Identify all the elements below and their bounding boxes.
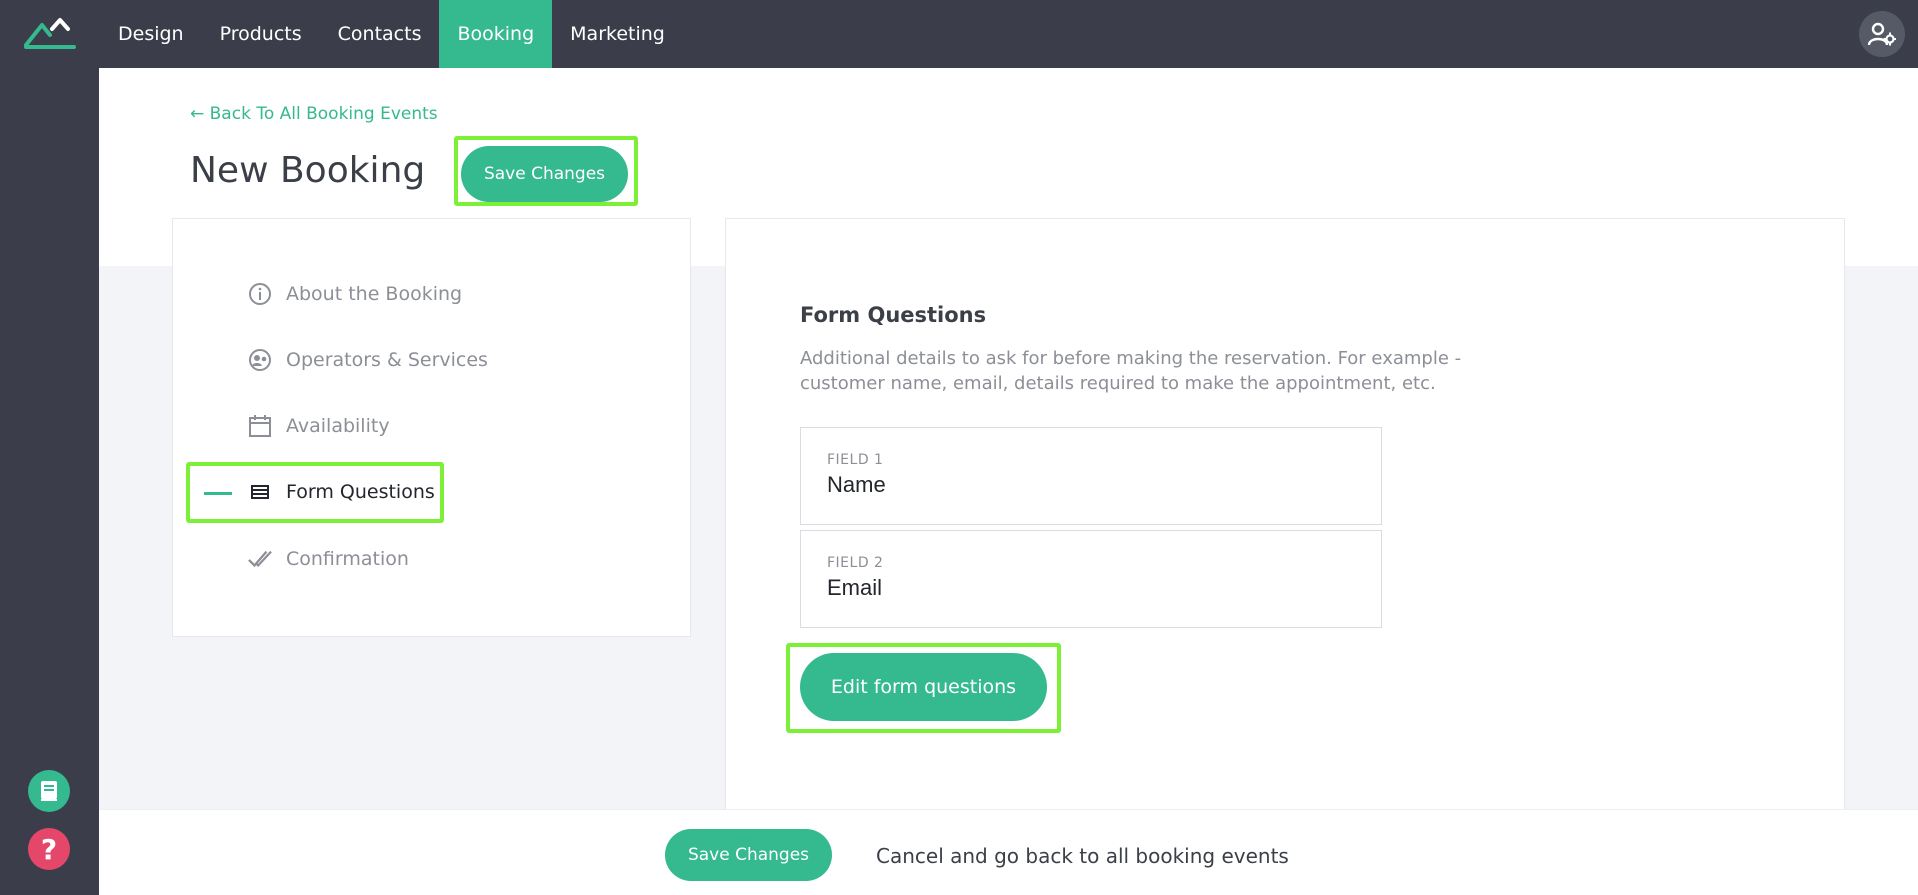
mountain-logo-icon (24, 18, 76, 49)
field-value: Name (827, 472, 886, 497)
calendar-icon (248, 414, 272, 438)
step-label: Form Questions (286, 481, 435, 503)
page-title: New Booking (190, 150, 426, 191)
app-logo[interactable] (0, 0, 100, 68)
section-description: Additional details to ask for before mak… (800, 348, 1462, 394)
active-step-indicator (204, 492, 232, 495)
help-button[interactable]: ? (28, 828, 70, 870)
step-form-questions[interactable]: Form Questions (248, 480, 435, 504)
field-label: FIELD 1 (827, 452, 884, 468)
nav-booking[interactable]: Booking (439, 0, 553, 68)
double-check-icon (248, 547, 272, 571)
list-icon (248, 480, 272, 504)
save-changes-button-top[interactable]: Save Changes (461, 146, 628, 202)
step-about-the-booking[interactable]: About the Booking (248, 282, 462, 306)
left-rail: ? (0, 68, 99, 895)
nav-contacts[interactable]: Contacts (320, 0, 440, 68)
info-icon (248, 282, 272, 306)
edit-form-questions-button[interactable]: Edit form questions (800, 653, 1047, 721)
step-confirmation[interactable]: Confirmation (248, 547, 409, 571)
nav-products[interactable]: Products (202, 0, 320, 68)
question-mark-icon: ? (40, 832, 58, 866)
back-to-booking-events-link[interactable]: ← Back To All Booking Events (190, 104, 438, 124)
form-field-2[interactable]: FIELD 2 Email (800, 530, 1382, 628)
step-operators-services[interactable]: Operators & Services (248, 348, 488, 372)
step-label: About the Booking (286, 283, 463, 305)
top-navigation-bar: Design Products Contacts Booking Marketi… (0, 0, 1918, 68)
section-title: Form Questions (800, 303, 987, 327)
step-availability[interactable]: Availability (248, 414, 390, 438)
save-changes-button-bottom[interactable]: Save Changes (665, 829, 832, 881)
operators-icon (248, 348, 272, 372)
user-settings-button[interactable] (1859, 11, 1905, 57)
field-value: Email (827, 575, 883, 600)
cancel-link[interactable]: Cancel and go back to all booking events (876, 844, 1289, 868)
step-label: Availability (286, 415, 390, 437)
form-field-1[interactable]: FIELD 1 Name (800, 427, 1382, 525)
step-label: Confirmation (286, 548, 409, 570)
guide-button[interactable] (28, 770, 70, 812)
step-label: Operators & Services (286, 349, 488, 371)
nav-marketing[interactable]: Marketing (552, 0, 683, 68)
user-gear-icon (1868, 22, 1896, 46)
field-label: FIELD 2 (827, 555, 884, 571)
nav-design[interactable]: Design (100, 0, 202, 68)
book-icon (41, 781, 57, 801)
